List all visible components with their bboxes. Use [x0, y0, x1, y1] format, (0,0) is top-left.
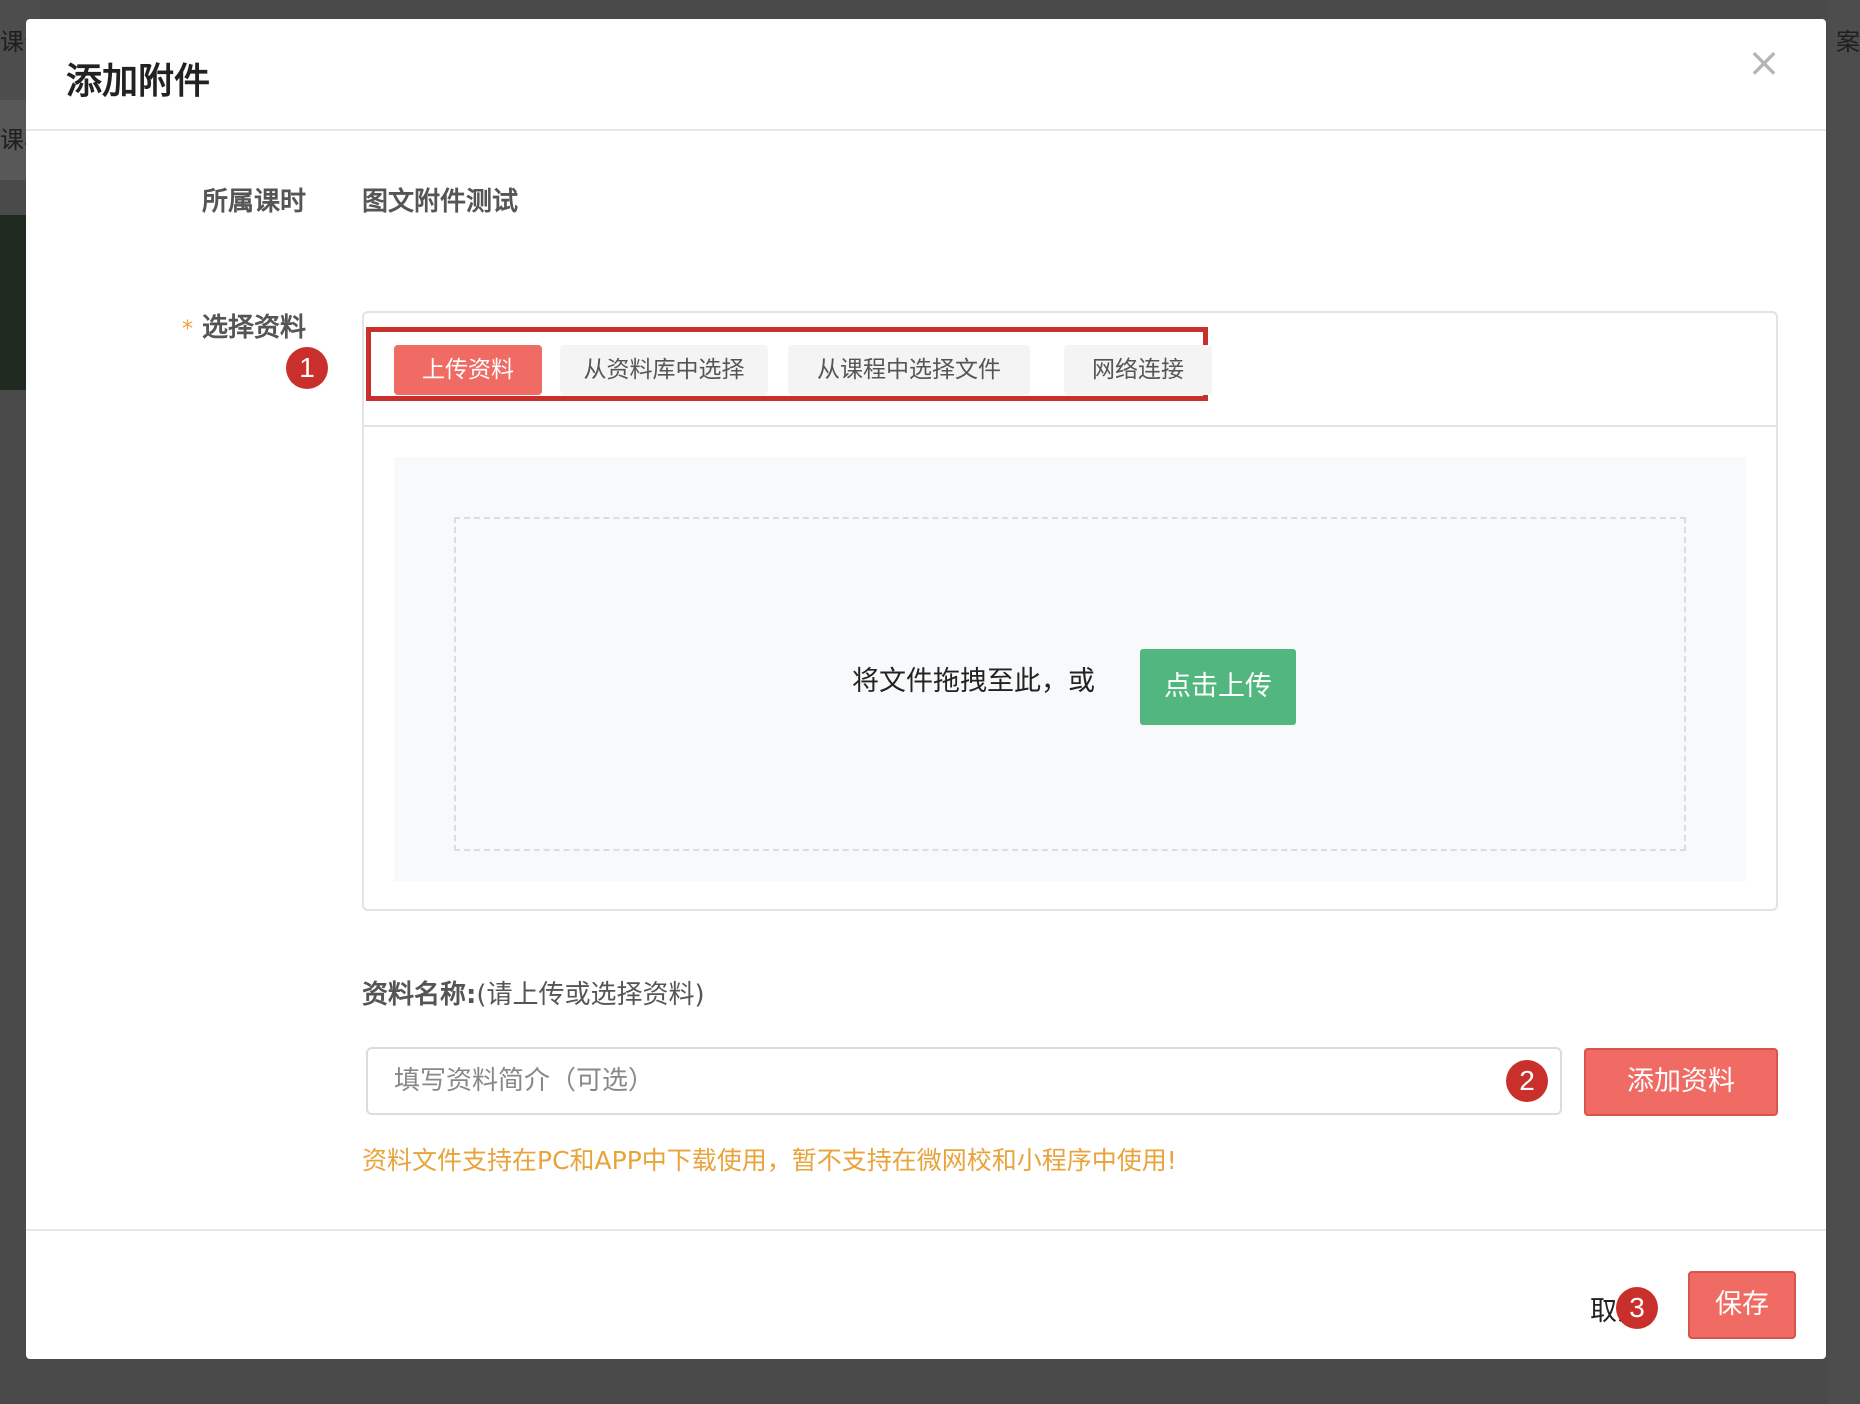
save-button[interactable]: 保存 [1688, 1271, 1796, 1339]
material-name-row: 资料名称:(请上传或选择资料) [362, 974, 705, 1011]
tab-network-link[interactable]: 网络连接 [1064, 345, 1212, 395]
material-name-label: 资料名称: [362, 980, 477, 1010]
background-panel [1828, 0, 1860, 1404]
tab-select-from-library[interactable]: 从资料库中选择 [560, 345, 768, 395]
callout-badge-3: 3 [1616, 1287, 1658, 1329]
click-upload-button[interactable]: 点击上传 [1140, 649, 1296, 725]
background-text: 案 [1836, 28, 1860, 56]
select-material-label: 选择资料 [202, 313, 307, 343]
close-icon[interactable]: × [1744, 43, 1784, 83]
material-panel: 上传资料 从资料库中选择 从课程中选择文件 网络连接 将文件拖拽至此，或 点击上… [362, 311, 1778, 911]
lesson-label: 所属课时 [202, 187, 307, 217]
tab-select-from-course[interactable]: 从课程中选择文件 [788, 345, 1030, 395]
material-description-input[interactable] [366, 1047, 1562, 1115]
material-name-value: (请上传或选择资料) [476, 980, 705, 1010]
tab-upload-material[interactable]: 上传资料 [394, 345, 542, 395]
material-tab-bar: 上传资料 从资料库中选择 从课程中选择文件 网络连接 [364, 313, 1776, 427]
callout-badge-1: 1 [286, 347, 328, 389]
lesson-value: 图文附件测试 [362, 187, 519, 217]
dialog-title: 添加附件 [66, 61, 211, 102]
callout-badge-2: 2 [1506, 1060, 1548, 1102]
dialog-header: 添加附件 × [26, 19, 1826, 131]
drop-hint-text: 将文件拖拽至此，或 [852, 666, 1095, 697]
drop-zone[interactable]: 将文件拖拽至此，或 点击上传 [454, 517, 1686, 851]
add-material-button[interactable]: 添加资料 [1584, 1048, 1778, 1116]
support-hint-text: 资料文件支持在PC和APP中下载使用，暂不支持在微网校和小程序中使用! [362, 1146, 1177, 1175]
dialog-footer: 取消 3 保存 [26, 1229, 1826, 1359]
required-mark: * [182, 317, 193, 342]
upload-area: 将文件拖拽至此，或 点击上传 [394, 457, 1746, 881]
add-attachment-dialog: 添加附件 × 所属课时 图文附件测试 * 选择资料 1 上传资料 从资料库中选择… [26, 19, 1826, 1359]
